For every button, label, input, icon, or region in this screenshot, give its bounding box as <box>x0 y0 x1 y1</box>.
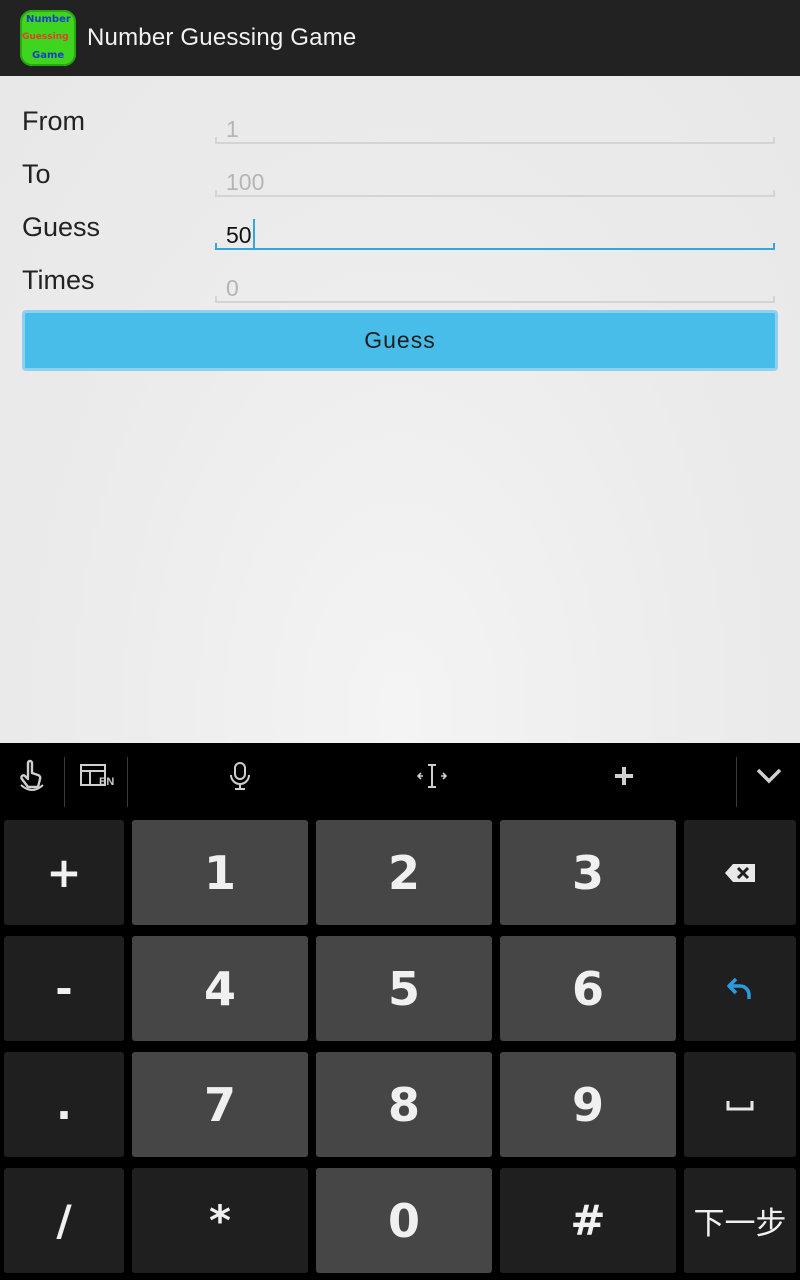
key-period[interactable]: . <box>4 1052 124 1157</box>
enter-arrow-icon <box>727 977 751 999</box>
app-icon-text-number: Number <box>26 14 71 25</box>
touch-gesture-icon[interactable] <box>0 743 64 808</box>
times-label: Times <box>22 265 95 295</box>
key-6[interactable]: 6 <box>500 936 676 1041</box>
times-row: Times 0 <box>0 257 800 310</box>
microphone-icon[interactable] <box>200 743 280 808</box>
backspace-key[interactable] <box>684 820 796 925</box>
key-8[interactable]: 8 <box>316 1052 492 1157</box>
key-hash[interactable]: # <box>500 1168 676 1273</box>
guess-label: Guess <box>22 212 101 242</box>
next-step-key[interactable]: 下一步 <box>684 1168 796 1273</box>
key-plus[interactable]: + <box>4 820 124 925</box>
key-slash[interactable]: / <box>4 1168 124 1273</box>
form-panel: From 1 To 100 Guess 50 Times 0 Guess <box>0 76 800 743</box>
space-key[interactable] <box>684 1052 796 1157</box>
key-minus[interactable]: - <box>4 936 124 1041</box>
backspace-icon <box>725 863 755 882</box>
key-1[interactable]: 1 <box>132 820 308 925</box>
from-label: From <box>22 106 85 136</box>
key-asterisk[interactable]: * <box>132 1168 308 1273</box>
key-3[interactable]: 3 <box>500 820 676 925</box>
space-bar-icon <box>726 1100 754 1110</box>
times-field[interactable]: 0 <box>215 269 775 303</box>
guess-field-value: 50 <box>226 222 252 248</box>
key-0[interactable]: 0 <box>316 1168 492 1273</box>
guess-row: Guess 50 <box>0 204 800 257</box>
to-label: To <box>22 159 51 189</box>
guess-button[interactable]: Guess <box>22 310 778 371</box>
to-field[interactable]: 100 <box>215 163 775 197</box>
text-caret <box>252 219 255 249</box>
key-4[interactable]: 4 <box>132 936 308 1041</box>
keyboard-layout-en-icon[interactable]: EN <box>65 743 128 808</box>
toolbar-divider <box>127 757 128 807</box>
plus-icon[interactable] <box>584 743 664 808</box>
to-row: To 100 <box>0 151 800 204</box>
from-field[interactable]: 1 <box>215 110 775 144</box>
app-title: Number Guessing Game <box>87 24 357 51</box>
keyboard-toolbar: EN <box>0 743 800 809</box>
key-2[interactable]: 2 <box>316 820 492 925</box>
from-row: From 1 <box>0 98 800 151</box>
collapse-keyboard-icon[interactable] <box>737 743 800 808</box>
guess-field[interactable]: 50 <box>215 216 775 250</box>
action-bar: Number Guessing Game Number Guessing Gam… <box>0 0 800 76</box>
numeric-keypad: + 1 2 3 - 4 5 6 . 7 8 9 / * 0 # 下一步 <box>0 808 800 1280</box>
key-7[interactable]: 7 <box>132 1052 308 1157</box>
app-icon-text-game: Game <box>32 50 65 61</box>
enter-key[interactable] <box>684 936 796 1041</box>
app-icon: Number Guessing Game <box>20 10 76 66</box>
layout-badge: EN <box>99 776 115 788</box>
key-9[interactable]: 9 <box>500 1052 676 1157</box>
app-icon-text-guessing: Guessing <box>22 32 69 42</box>
key-5[interactable]: 5 <box>316 936 492 1041</box>
cursor-move-icon[interactable] <box>392 743 472 808</box>
